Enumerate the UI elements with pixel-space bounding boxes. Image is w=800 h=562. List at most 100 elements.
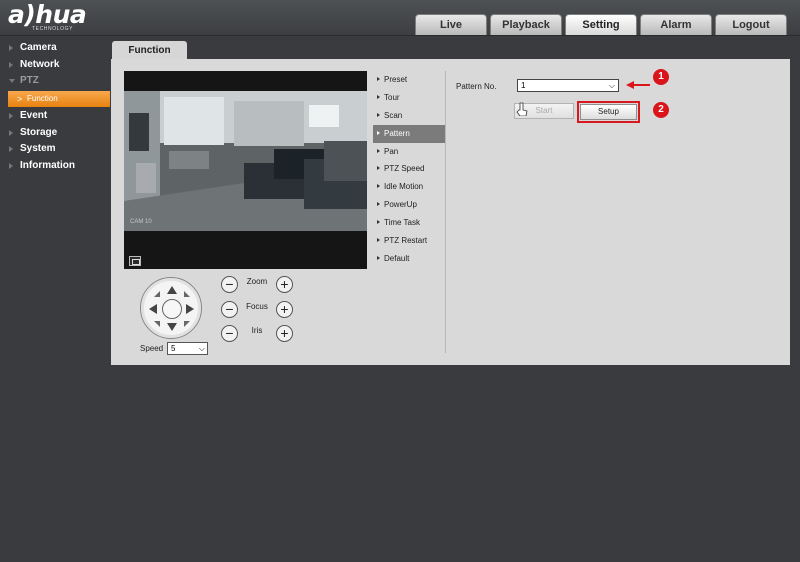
sidebar-item-camera[interactable]: Camera: [0, 40, 111, 57]
menu-item-ptz-restart[interactable]: PTZ Restart: [373, 232, 445, 250]
top-bar: a)hua TECHNOLOGY Live Playback Setting A…: [0, 0, 800, 36]
sidebar-item-network[interactable]: Network: [0, 57, 111, 74]
tab-playback[interactable]: Playback: [490, 14, 562, 35]
menu-divider: [445, 71, 446, 353]
bullet-arrow-icon: [377, 166, 380, 171]
tab-setting[interactable]: Setting: [565, 14, 637, 35]
speed-label: Speed: [140, 344, 164, 353]
ptz-function-panel: CAM 10 Speed 5 ⌵ − Zoom + − Focus + − Ir…: [111, 59, 790, 365]
menu-item-ptz-speed[interactable]: PTZ Speed: [373, 160, 445, 178]
content-tab-function: Function: [112, 41, 187, 60]
logo-text: a)hua: [8, 0, 87, 29]
tab-alarm[interactable]: Alarm: [640, 14, 712, 35]
bullet-arrow-icon: [377, 238, 380, 243]
sidebar-item-label: Event: [20, 110, 48, 122]
menu-item-label: Default: [384, 253, 410, 263]
sidebar-item-label: Storage: [20, 126, 58, 138]
menu-item-label: Idle Motion: [384, 182, 424, 192]
chevron-right-icon: >: [17, 94, 23, 105]
bullet-arrow-icon: [377, 112, 380, 117]
sidebar-item-event[interactable]: Event: [0, 108, 111, 125]
expand-arrow-icon: [9, 163, 13, 170]
menu-item-label: Tour: [384, 92, 400, 102]
menu-item-powerup[interactable]: PowerUp: [373, 196, 445, 214]
menu-item-tour[interactable]: Tour: [373, 89, 445, 107]
video-preview: CAM 10: [124, 71, 367, 269]
menu-item-label: Preset: [384, 75, 408, 84]
menu-item-label: Pattern: [384, 128, 410, 138]
menu-item-time-task[interactable]: Time Task: [373, 214, 445, 232]
arrow-up-icon[interactable]: [167, 286, 177, 294]
chevron-down-icon: ⌵: [198, 344, 205, 353]
ptz-function-menu: Preset Tour Scan Pattern Pan PTZ Speed I…: [373, 71, 445, 268]
iris-plus-button[interactable]: +: [276, 325, 293, 342]
sidebar-subitem-function[interactable]: > Function: [8, 91, 110, 108]
sidebar-item-label: Network: [20, 58, 60, 70]
sidebar-item-storage[interactable]: Storage: [0, 125, 111, 142]
sidebar-subitem-label: Function: [27, 94, 58, 104]
sidebar-item-ptz[interactable]: PTZ: [0, 73, 111, 90]
focus-plus-button[interactable]: +: [276, 301, 293, 318]
menu-item-label: Time Task: [384, 218, 421, 228]
menu-item-label: PTZ Restart: [384, 236, 428, 246]
menu-item-label: PTZ Speed: [384, 164, 425, 174]
dahua-logo: a)hua TECHNOLOGY: [8, 0, 87, 33]
speed-select[interactable]: 5 ⌵: [167, 342, 208, 355]
sidebar-item-label: System: [20, 143, 56, 155]
fullscreen-icon[interactable]: [129, 256, 141, 266]
menu-item-scan[interactable]: Scan: [373, 107, 445, 125]
tab-live[interactable]: Live: [415, 14, 487, 35]
bullet-arrow-icon: [377, 202, 380, 207]
pattern-no-select[interactable]: 1 ⌵: [517, 79, 619, 92]
bullet-arrow-icon: [377, 184, 380, 189]
bullet-arrow-icon: [377, 255, 380, 260]
arrow-down-right-icon[interactable]: [184, 321, 190, 327]
chevron-down-icon: ⌵: [608, 81, 615, 90]
menu-item-pan[interactable]: Pan: [373, 143, 445, 161]
expand-arrow-icon: [9, 61, 13, 68]
expand-arrow-icon: [9, 45, 13, 51]
menu-item-idle-motion[interactable]: Idle Motion: [373, 178, 445, 196]
menu-item-preset[interactable]: Preset: [373, 71, 445, 89]
bullet-arrow-icon: [377, 77, 380, 81]
bullet-arrow-icon: [377, 94, 380, 99]
expand-arrow-icon: [9, 113, 13, 120]
arrow-up-left-icon[interactable]: [154, 291, 160, 297]
menu-item-label: Scan: [384, 110, 403, 120]
camera-scene-image: [124, 91, 367, 231]
expand-arrow-icon: [9, 146, 13, 153]
bullet-arrow-icon: [377, 220, 380, 225]
annotation-marker-1: 1: [653, 69, 669, 85]
menu-item-default[interactable]: Default: [373, 250, 445, 268]
menu-item-pattern[interactable]: Pattern: [373, 124, 445, 143]
logo-tagline: TECHNOLOGY: [32, 26, 74, 32]
ptz-center-button[interactable]: [162, 299, 182, 319]
arrow-down-left-icon[interactable]: [154, 321, 160, 327]
pattern-no-value: 1: [521, 81, 526, 90]
annotation-arrow-icon: [626, 81, 650, 89]
arrow-down-icon[interactable]: [167, 323, 177, 331]
sidebar-item-system[interactable]: System: [0, 141, 111, 158]
arrow-left-icon[interactable]: [149, 304, 157, 314]
annotation-marker-2: 2: [653, 102, 669, 118]
bullet-arrow-icon: [377, 130, 380, 135]
camera-image: [124, 91, 367, 231]
tab-logout[interactable]: Logout: [715, 14, 787, 35]
hand-cursor-icon: [516, 102, 528, 116]
zoom-in-button[interactable]: +: [276, 276, 293, 293]
setup-button[interactable]: Setup: [580, 104, 637, 120]
menu-item-label: Pan: [384, 146, 399, 156]
collapse-arrow-icon: [9, 79, 15, 84]
arrow-up-right-icon[interactable]: [184, 291, 190, 297]
main-nav: Live Playback Setting Alarm Logout: [415, 14, 787, 35]
sidebar-item-label: Information: [20, 160, 75, 172]
bullet-arrow-icon: [377, 148, 380, 153]
speed-value: 5: [171, 344, 176, 353]
ptz-direction-pad: [140, 277, 202, 339]
expand-arrow-icon: [9, 129, 13, 136]
sidebar-item-information[interactable]: Information: [0, 158, 111, 175]
sidebar-item-label: PTZ: [20, 75, 39, 87]
arrow-right-icon[interactable]: [186, 304, 194, 314]
pattern-no-label: Pattern No.: [456, 82, 497, 91]
sidebar-item-label: Camera: [20, 42, 57, 53]
